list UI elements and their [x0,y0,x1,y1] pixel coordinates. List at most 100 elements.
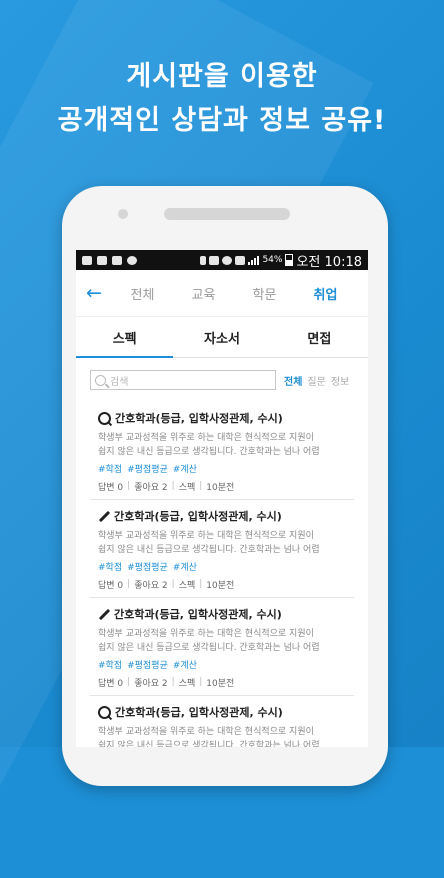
tag[interactable]: #평점평균 [127,658,168,671]
wifi-icon [235,255,246,265]
post-title-row: 간호학과(등급, 입학사정관제, 수시) [98,507,354,525]
category-all[interactable]: 전체 [112,284,173,303]
tag[interactable]: #학점 [98,658,122,671]
tag[interactable]: #평점평균 [127,560,168,573]
search-icon [95,374,106,386]
meta-divider: | [171,481,175,491]
category-jobs[interactable]: 취업 [295,284,356,303]
category-academics[interactable]: 학문 [234,284,295,303]
system-indicators: 54% 오전 10:18 [200,251,362,270]
headline-line-1: 게시판을 이용한 [126,61,318,92]
tab-cover-letter[interactable]: 자소서 [173,317,270,357]
post-title: 간호학과(등급, 입학사정관제, 수시) [114,608,282,621]
post-body-line: 쉽지 않은 내신 등급으로 생각됩니다. 간호학과는 넘나 어렵 [98,447,320,457]
post-type-filters: 전체 질문 정보 [284,373,349,388]
post-body: 학생부 교과성적을 위주로 하는 대학은 현식적으로 지원이 쉽지 않은 내신 … [98,529,354,557]
filter-all[interactable]: 전체 [284,373,302,388]
notification-icons [82,255,137,265]
app-screen: 54% 오전 10:18 ← 전체 교육 학문 취업 스펙 자소서 면접 검색 … [76,250,368,747]
post-body-line: 쉽지 않은 내신 등급으로 생각됩니다. 간호학과는 넘나 어렵 [98,545,320,555]
question-icon [98,705,111,719]
post-body: 학생부 교과성적을 위주로 하는 대학은 현식적으로 지원이 쉽지 않은 내신 … [98,431,354,459]
alarm-icon [222,255,233,265]
tag[interactable]: #학점 [98,560,122,573]
message-icon [82,255,92,265]
board-name: 스펙 [178,580,196,591]
post-title: 간호학과(등급, 입학사정관제, 수시) [114,510,282,523]
post-body-line: 쉽지 않은 내신 등급으로 생각됩니다. 간호학과는 넘나 어렵 [98,643,320,653]
mail-icon [112,255,122,265]
meta-divider: | [127,677,131,687]
post-title-row: 간호학과(등급, 입학사정관제, 수시) [98,605,354,623]
post-item[interactable]: 간호학과(등급, 입학사정관제, 수시) 학생부 교과성적을 위주로 하는 대학… [90,500,354,598]
meta-divider: | [127,579,131,589]
tag[interactable]: #평점평균 [127,462,168,475]
board-name: 스펙 [178,482,196,493]
like-count: 좋아요 2 [134,580,168,591]
category-nav: ← 전체 교육 학문 취업 [76,270,368,317]
post-tags: #학점 #평점평균 #계산 [98,461,354,476]
post-body-line: 학생부 교과성적을 위주로 하는 대학은 현식적으로 지원이 [98,727,314,737]
post-time: 10분전 [206,580,235,591]
post-time: 10분전 [206,482,235,493]
post-body-line: 학생부 교과성적을 위주로 하는 대학은 현식적으로 지원이 [98,629,314,639]
post-body: 학생부 교과성적을 위주로 하는 대학은 현식적으로 지원이 쉽지 않은 내신 … [98,725,354,747]
post-title: 간호학과(등급, 입학사정관제, 수시) [115,706,283,719]
post-item[interactable]: 간호학과(등급, 입학사정관제, 수시) 학생부 교과성적을 위주로 하는 대학… [90,402,354,500]
post-meta: 답변 0 | 좋아요 2 | 스펙 | 10분전 [98,479,354,493]
answer-count: 답변 0 [98,580,124,591]
post-meta: 답변 0 | 좋아요 2 | 스펙 | 10분전 [98,577,354,591]
tag[interactable]: #계산 [173,462,197,475]
post-time: 10분전 [206,678,235,689]
pencil-icon [98,608,111,620]
meta-divider: | [171,677,175,687]
back-arrow-icon[interactable]: ← [76,282,112,304]
tag[interactable]: #학점 [98,462,122,475]
post-meta: 답변 0 | 좋아요 2 | 스펙 | 10분전 [98,675,354,689]
board-name: 스펙 [178,678,196,689]
search-placeholder: 검색 [110,376,129,388]
headline-line-2: 공개적인 상담과 정보 공유! [57,105,387,136]
post-body-line: 학생부 교과성적을 위주로 하는 대학은 현식적으로 지원이 [98,433,314,443]
signal-icon [248,255,260,265]
tab-spec[interactable]: 스펙 [76,317,174,358]
answer-count: 답변 0 [98,678,124,689]
battery-percent: 54% [262,255,283,265]
like-count: 좋아요 2 [134,482,168,493]
megaphone-icon [97,255,107,265]
meta-divider: | [199,481,203,491]
status-bar: 54% 오전 10:18 [76,250,368,270]
filter-question[interactable]: 질문 [307,373,325,388]
meta-divider: | [127,481,131,491]
question-icon [98,411,111,425]
post-title-row: 간호학과(등급, 입학사정관제, 수시) [98,703,354,721]
bluetooth-icon [200,255,207,265]
status-time: 오전 10:18 [296,254,362,270]
search-row: 검색 전체 질문 정보 [76,358,368,402]
post-item[interactable]: 간호학과(등급, 입학사정관제, 수시) 학생부 교과성적을 위주로 하는 대학… [90,598,354,696]
post-body-line: 학생부 교과성적을 위주로 하는 대학은 현식적으로 지원이 [98,531,314,541]
answer-count: 답변 0 [98,482,124,493]
clock-icon [127,255,137,265]
filter-info[interactable]: 정보 [331,373,349,388]
search-input[interactable]: 검색 [90,370,276,390]
post-body-line: 쉽지 않은 내신 등급으로 생각됩니다. 간호학과는 넘나 어렵 [98,741,320,747]
meta-divider: | [199,677,203,687]
tag[interactable]: #계산 [173,658,197,671]
phone-camera [118,209,128,219]
post-tags: #학점 #평점평균 #계산 [98,559,354,574]
phone-speaker [164,208,290,220]
battery-icon [285,254,294,266]
tag[interactable]: #계산 [173,560,197,573]
post-body: 학생부 교과성적을 위주로 하는 대학은 현식적으로 지원이 쉽지 않은 내신 … [98,627,354,655]
like-count: 좋아요 2 [134,678,168,689]
tab-interview[interactable]: 면접 [271,317,368,357]
post-item[interactable]: 간호학과(등급, 입학사정관제, 수시) 학생부 교과성적을 위주로 하는 대학… [90,696,354,747]
category-education[interactable]: 교육 [173,284,234,303]
post-title-row: 간호학과(등급, 입학사정관제, 수시) [98,409,354,427]
post-title: 간호학과(등급, 입학사정관제, 수시) [115,412,283,425]
meta-divider: | [199,579,203,589]
mute-icon [209,255,220,265]
pencil-icon [98,510,111,522]
meta-divider: | [171,579,175,589]
